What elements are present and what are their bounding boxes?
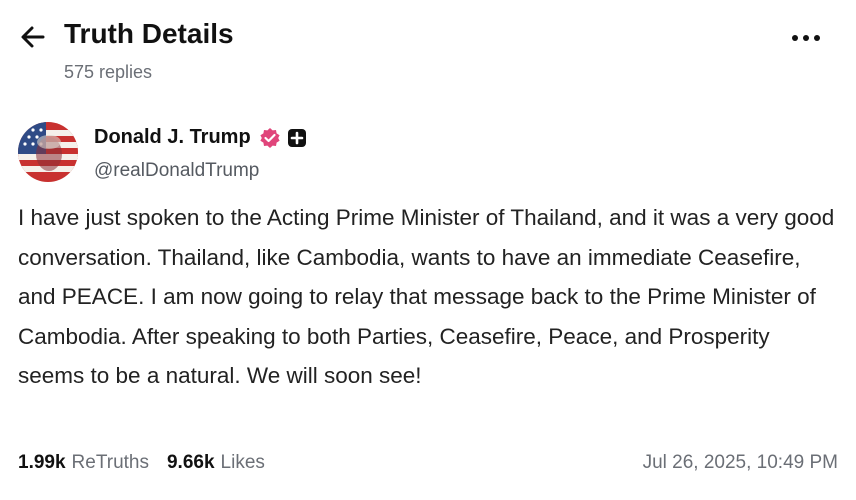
post-stats: 1.99k ReTruths 9.66k Likes [18,452,265,474]
avatar[interactable] [18,122,78,182]
verified-badge-icon [260,127,280,148]
likes-stat[interactable]: 9.66k Likes [167,452,265,474]
plus-badge-icon [287,128,306,147]
arrow-left-icon [21,26,45,48]
post-timestamp: Jul 26, 2025, 10:49 PM [642,452,838,473]
replies-count[interactable]: 575 replies [64,62,152,83]
post-author: Donald J. Trump @realDonaldTrump [18,122,838,186]
likes-label: Likes [220,452,265,473]
post-body: I have just spoken to the Acting Prime M… [18,205,835,388]
author-name[interactable]: Donald J. Trump [94,126,251,149]
more-options-button[interactable] [790,30,822,46]
retruths-label: ReTruths [71,452,149,473]
retruths-stat[interactable]: 1.99k ReTruths [18,452,149,474]
page-title: Truth Details [64,18,234,49]
retruths-count: 1.99k [18,452,66,473]
likes-count: 9.66k [166,452,215,473]
back-button[interactable] [18,22,48,52]
author-handle[interactable]: @realDonaldTrump [94,160,259,182]
more-horizontal-icon [792,35,820,41]
page-header: Truth Details 575 replies [0,0,856,95]
